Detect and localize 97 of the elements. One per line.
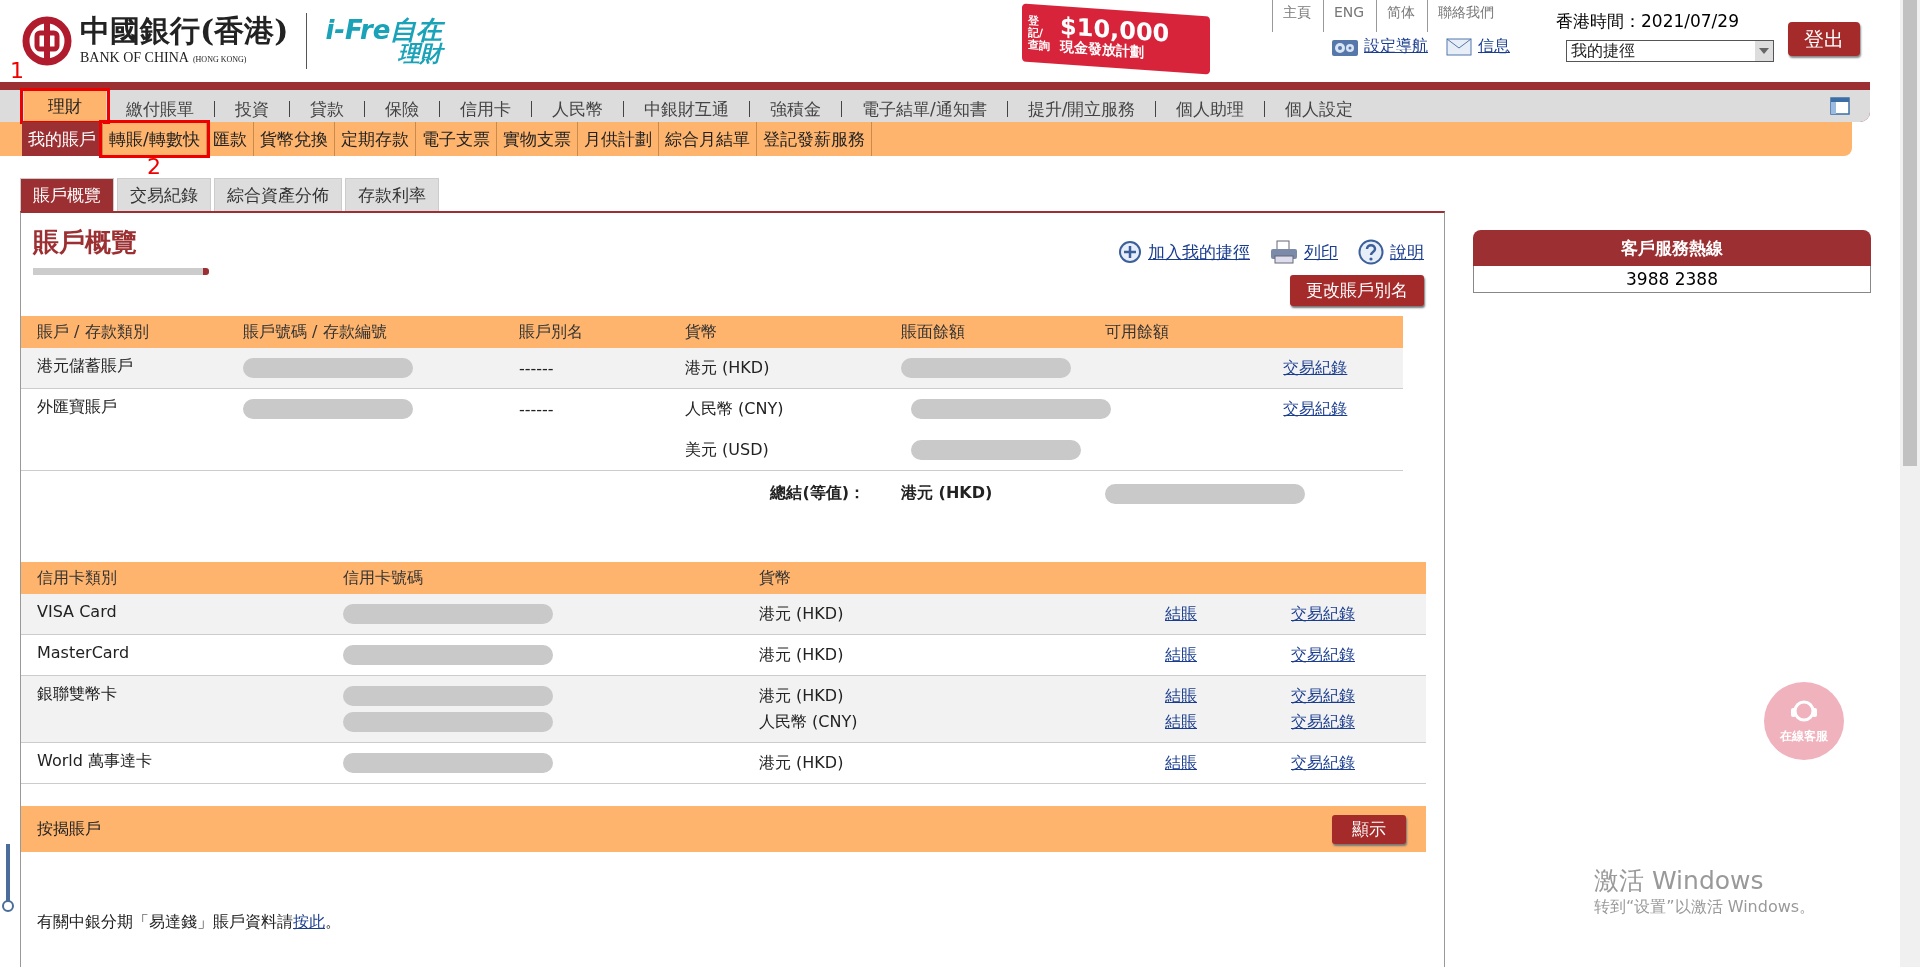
- column-header: 貨幣: [669, 316, 885, 348]
- activation-title: 激活 Windows: [1594, 865, 1765, 897]
- top-link[interactable]: 主頁: [1272, 0, 1323, 32]
- total-label: 總結(等值)：: [770, 483, 865, 502]
- main-nav-tab[interactable]: 個人設定: [1265, 101, 1374, 117]
- currency: 港元 (HKD): [759, 644, 844, 666]
- hong-kong-time: 香港時間：2021/07/29: [1556, 10, 1739, 33]
- click-here-link[interactable]: 按此: [293, 912, 325, 931]
- bank-name-english: BANK OF CHINA: [80, 50, 189, 66]
- mortgage-label: 按揭賬戶: [37, 818, 101, 840]
- tab[interactable]: 交易紀錄: [117, 178, 211, 211]
- annotation-number: 2: [147, 156, 161, 178]
- main-nav-tab[interactable]: 信用卡: [440, 101, 532, 117]
- main-nav-tab[interactable]: 電子結單/通知書: [842, 101, 1008, 117]
- column-header: 信用卡類別: [21, 562, 327, 594]
- activation-text: 转到“设置”以激活 Windows。: [1594, 897, 1816, 918]
- handle-icon[interactable]: [2, 844, 14, 914]
- column-header: 賬戶別名: [503, 316, 669, 348]
- main-nav-tab[interactable]: 保險: [365, 101, 440, 117]
- main-nav-tab[interactable]: 貸款: [290, 101, 365, 117]
- tab[interactable]: 存款利率: [345, 178, 439, 211]
- currency: 港元 (HKD): [759, 603, 844, 625]
- payment-link[interactable]: 結賬: [1165, 711, 1197, 733]
- envelope-icon: [1446, 37, 1472, 56]
- hotline-title: 客戶服務熱線: [1473, 230, 1871, 266]
- show-button[interactable]: 顯示: [1332, 814, 1406, 844]
- card-type: MasterCard: [37, 643, 130, 662]
- card-type: 銀聯雙幣卡: [37, 684, 117, 703]
- total-currency: 港元 (HKD): [901, 483, 993, 502]
- transaction-history-link[interactable]: 交易紀錄: [1291, 685, 1355, 707]
- account-alias: ------: [519, 399, 554, 419]
- card-type: World 萬事達卡: [37, 751, 152, 770]
- rename-account-button[interactable]: 更改賬戶別名: [1290, 275, 1424, 306]
- main-nav-tab[interactable]: 投資: [215, 101, 290, 117]
- annotation-number: 1: [10, 60, 24, 82]
- shortcut-dropdown[interactable]: 我的捷徑: [1566, 40, 1774, 62]
- account-type: 外匯寶賬戶: [37, 397, 117, 416]
- note-end: 。: [325, 912, 341, 931]
- brand-subtitle: 理財: [398, 43, 443, 65]
- top-link[interactable]: ENG: [1323, 0, 1377, 32]
- column-header: 貨幣: [743, 562, 1149, 594]
- payment-link[interactable]: 結賬: [1165, 603, 1197, 625]
- payment-link[interactable]: 結賬: [1165, 685, 1197, 707]
- action-link[interactable]: 列印: [1304, 240, 1338, 264]
- main-nav-tab[interactable]: 強積金: [750, 101, 842, 117]
- gears-icon: [1332, 37, 1358, 56]
- region-label: (HONG KONG): [192, 55, 247, 64]
- currency: 港元 (HKD): [759, 752, 844, 774]
- main-nav-tab[interactable]: 個人助理: [1156, 101, 1266, 117]
- tab[interactable]: 綜合資產分佈: [214, 178, 342, 211]
- main-nav-tab[interactable]: 中銀財互通: [624, 101, 750, 117]
- main-nav-tab[interactable]: 提升/開立服務: [1007, 101, 1157, 117]
- column-header: 賬面餘額: [885, 316, 1090, 348]
- note-text: 有關中銀分期「易達錢」賬戶資料請: [37, 912, 293, 931]
- column-header: 賬戶 / 存款類別: [21, 316, 227, 348]
- sub-nav-tab[interactable]: 登記發薪服務: [756, 122, 872, 156]
- bank-name: 中國銀行(香港): [80, 16, 289, 46]
- account-type: 港元儲蓄賬戶: [37, 356, 133, 375]
- column-header: 可用餘額: [1089, 316, 1268, 348]
- sub-nav-tab[interactable]: 定期存款: [334, 122, 416, 156]
- main-nav-tab[interactable]: 繳付賬單: [106, 101, 215, 117]
- currency: 美元 (USD): [685, 439, 769, 461]
- transaction-history-link[interactable]: 交易紀錄: [1291, 644, 1355, 666]
- printer-icon: [1270, 240, 1298, 264]
- transaction-history-link[interactable]: 交易紀錄: [1283, 398, 1348, 420]
- sub-nav-tab[interactable]: 電子支票: [415, 122, 497, 156]
- help-icon: [1358, 239, 1384, 265]
- top-link[interactable]: 聯絡我們: [1427, 0, 1507, 32]
- currency: 人民幣 (CNY): [759, 711, 858, 733]
- currency: 人民幣 (CNY): [685, 398, 784, 420]
- payment-link[interactable]: 結賬: [1165, 644, 1197, 666]
- tab[interactable]: 賬戶概覽: [20, 178, 114, 211]
- layout-icon[interactable]: [1830, 97, 1850, 115]
- column-header: 信用卡號碼: [327, 562, 743, 594]
- currency: 港元 (HKD): [759, 685, 844, 707]
- sub-nav-tab[interactable]: 匯款: [206, 122, 254, 156]
- dropdown-arrow-icon: [1759, 48, 1769, 54]
- account-alias: ------: [519, 358, 554, 378]
- logout-button[interactable]: 登出: [1788, 22, 1860, 56]
- plus-circle-icon: [1118, 240, 1142, 264]
- top-link[interactable]: 简体: [1376, 0, 1428, 32]
- transaction-history-link[interactable]: 交易紀錄: [1291, 752, 1355, 774]
- card-type: VISA Card: [37, 602, 117, 621]
- sub-nav-tab[interactable]: 貨幣兌換: [253, 122, 335, 156]
- sub-nav-tab[interactable]: 我的賬戶: [22, 122, 103, 156]
- transaction-history-link[interactable]: 交易紀錄: [1291, 711, 1355, 733]
- currency: 港元 (HKD): [685, 357, 770, 379]
- bank-logo-icon: [22, 16, 72, 66]
- hotline-number: 3988 2388: [1473, 266, 1871, 293]
- scrollbar-thumb[interactable]: [1903, 0, 1917, 466]
- sub-nav-tab[interactable]: 綜合月結單: [658, 122, 757, 156]
- page-title: 賬戶概覽: [33, 226, 138, 259]
- payment-link[interactable]: 結賬: [1165, 752, 1197, 774]
- column-header: 賬戶號碼 / 存款編號: [227, 316, 503, 348]
- sub-nav-tab[interactable]: 月供計劃: [577, 122, 659, 156]
- sub-nav-tab[interactable]: 實物支票: [496, 122, 578, 156]
- main-nav-tab[interactable]: 人民幣: [532, 101, 624, 117]
